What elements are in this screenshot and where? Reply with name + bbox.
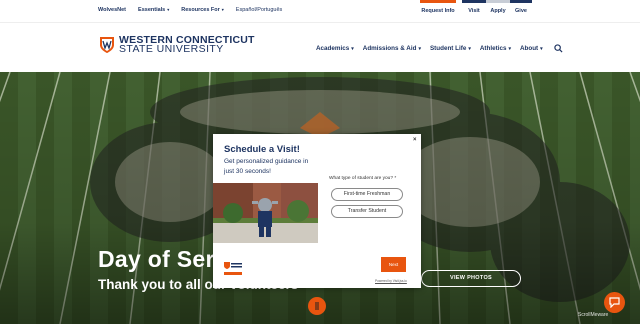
utility-links: WolvesNet Essentials ▾ Resources For ▾ Esp… xyxy=(98,7,282,13)
mascot-photo xyxy=(213,183,318,243)
modal-title: Schedule a Visit! xyxy=(224,144,300,155)
visit-stripe xyxy=(462,0,486,3)
close-icon[interactable]: × xyxy=(413,137,417,143)
pause-icon xyxy=(315,302,319,310)
language-link[interactable]: Español/Português xyxy=(236,7,282,13)
nav-admissions-label: Admissions & Aid xyxy=(362,45,417,52)
page: WolvesNet Essentials ▾ Resources For ▾ Esp… xyxy=(0,0,640,331)
chevron-down-icon: ▾ xyxy=(418,46,421,52)
nav-academics[interactable]: Academics ▾ xyxy=(316,45,354,52)
schedule-visit-modal: × Schedule a Visit! Get personalized gui… xyxy=(213,134,421,288)
request-info-stripe xyxy=(420,0,456,3)
visit-label: Visit xyxy=(468,8,480,14)
nav-student-life-label: Student Life xyxy=(429,45,467,52)
give-label: Give xyxy=(515,8,527,14)
hero-title: Day of Ser xyxy=(98,246,215,272)
modal-description: Get personalized guidance in just 30 sec… xyxy=(224,158,309,175)
first-time-freshman-option[interactable]: First-time Freshman xyxy=(331,188,403,201)
utility-cta-group: Request Info Visit Apply Give xyxy=(420,0,532,22)
chevron-down-icon: ▾ xyxy=(221,7,224,12)
scroll-widget-badge[interactable]: ScrollMeware xyxy=(578,312,608,318)
pause-button[interactable] xyxy=(308,297,326,315)
chevron-down-icon: ▾ xyxy=(468,46,471,52)
main-header: WESTERN CONNECTICUT STATE UNIVERSITY Aca… xyxy=(0,22,640,72)
essentials-label: Essentials xyxy=(138,7,166,13)
transfer-student-option[interactable]: Transfer Student xyxy=(331,205,403,218)
university-logo-small-icon xyxy=(224,262,242,275)
chat-button[interactable] xyxy=(604,292,625,313)
nav-about[interactable]: About ▾ xyxy=(520,45,543,52)
nav-admissions[interactable]: Admissions & Aid ▾ xyxy=(363,45,421,52)
university-logo[interactable]: WESTERN CONNECTICUT STATE UNIVERSITY xyxy=(99,35,255,55)
apply-button[interactable]: Apply xyxy=(486,0,510,22)
give-stripe xyxy=(510,0,532,3)
wolvesnet-link[interactable]: WolvesNet xyxy=(98,7,126,13)
apply-label: Apply xyxy=(490,8,506,14)
request-info-button[interactable]: Request Info xyxy=(420,0,456,22)
request-info-label: Request Info xyxy=(421,8,455,14)
logo-line-2: STATE UNIVERSITY xyxy=(119,43,224,55)
chevron-down-icon: ▾ xyxy=(508,46,511,52)
chevron-down-icon: ▾ xyxy=(540,46,543,52)
view-photos-button[interactable]: VIEW PHOTOS xyxy=(421,270,521,287)
resources-for-menu[interactable]: Resources For ▾ xyxy=(181,7,224,13)
chevron-down-icon: ▾ xyxy=(167,7,170,12)
main-nav: Academics ▾ Admissions & Aid ▾ Student Lif… xyxy=(316,44,563,53)
mascot-image xyxy=(213,183,318,243)
search-icon[interactable] xyxy=(553,44,563,53)
nav-about-label: About xyxy=(519,45,539,52)
logo-text: WESTERN CONNECTICUT STATE UNIVERSITY xyxy=(119,35,255,55)
nav-athletics-label: Athletics xyxy=(479,45,507,52)
visit-button[interactable]: Visit xyxy=(462,0,486,22)
shield-logo-icon xyxy=(100,37,114,53)
powered-by-link[interactable]: Powered by Visit.jss.io xyxy=(375,279,407,283)
bottom-strip xyxy=(0,324,640,331)
apply-stripe xyxy=(486,0,510,3)
give-button[interactable]: Give xyxy=(510,0,532,22)
resources-label: Resources For xyxy=(181,7,220,13)
nav-academics-label: Academics xyxy=(316,45,350,52)
essentials-menu[interactable]: Essentials ▾ xyxy=(138,7,169,13)
next-button[interactable]: Next xyxy=(381,257,406,272)
chevron-down-icon: ▾ xyxy=(351,46,354,52)
chat-icon xyxy=(609,297,620,308)
nav-athletics[interactable]: Athletics ▾ xyxy=(480,45,511,52)
utility-bar: WolvesNet Essentials ▾ Resources For ▾ Esp… xyxy=(0,0,640,22)
nav-student-life[interactable]: Student Life ▾ xyxy=(430,45,471,52)
student-type-question: What type of student are you? * xyxy=(329,176,397,181)
